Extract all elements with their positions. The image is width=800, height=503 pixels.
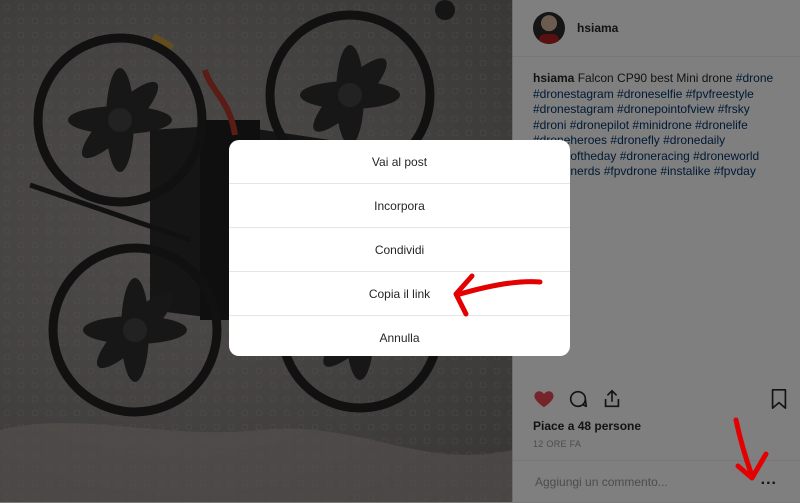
menu-item-go-to-post[interactable]: Vai al post <box>229 140 570 184</box>
menu-item-share[interactable]: Condividi <box>229 228 570 272</box>
options-dialog: Vai al post Incorpora Condividi Copia il… <box>229 140 570 356</box>
menu-item-embed[interactable]: Incorpora <box>229 184 570 228</box>
annotation-arrow-more <box>733 417 769 481</box>
menu-item-cancel[interactable]: Annulla <box>229 316 570 356</box>
annotation-arrow-copy-link <box>453 273 543 317</box>
